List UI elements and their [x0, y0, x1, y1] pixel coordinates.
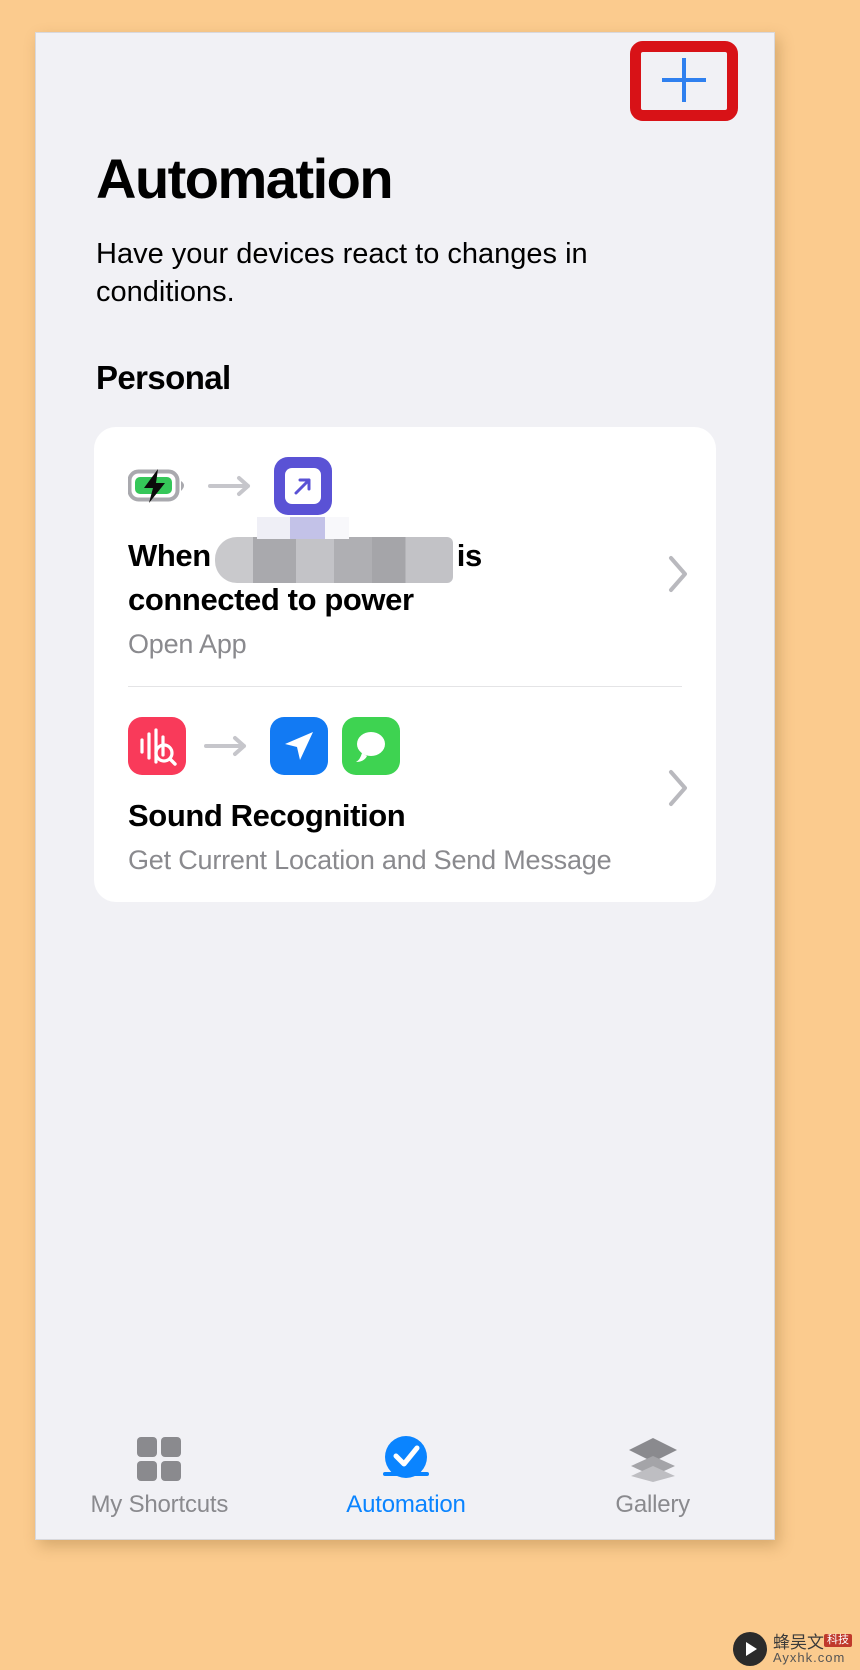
- plus-icon: [662, 58, 706, 102]
- tab-bar: My Shortcuts Automation Gallery: [36, 1429, 774, 1539]
- automation-icon-strip: [128, 716, 682, 775]
- automation-row-title: Sound Recognition: [128, 797, 406, 833]
- tab-my-shortcuts[interactable]: My Shortcuts: [36, 1435, 283, 1519]
- arrow-right-icon: [204, 471, 260, 501]
- automation-icon-strip: [128, 457, 682, 516]
- chevron-right-icon: [668, 555, 690, 600]
- tab-label: Gallery: [615, 1491, 690, 1518]
- play-icon: [733, 1632, 767, 1666]
- battery-charging-icon: [128, 457, 190, 515]
- automation-row-subtitle: Open App: [128, 628, 247, 659]
- section-title-personal: Personal: [96, 359, 231, 397]
- open-app-icon: [274, 457, 332, 516]
- automation-check-icon: [381, 1435, 431, 1483]
- grid-icon: [134, 1435, 184, 1483]
- location-icon: [270, 716, 328, 775]
- watermark-badge: 科技: [824, 1634, 852, 1647]
- sound-recognition-icon: [128, 716, 186, 775]
- automation-card: When is connected to power Open App Soun…: [94, 427, 716, 902]
- redacted-app-name: [214, 517, 453, 584]
- watermark-line2: Ayxhk.com: [773, 1650, 846, 1665]
- chevron-right-icon: [668, 769, 690, 814]
- watermark: 蜂吴文 科技 Ayxhk.com: [733, 1632, 852, 1666]
- automation-row-title: When is connected to power: [128, 517, 682, 621]
- tab-automation[interactable]: Automation: [283, 1435, 530, 1519]
- arrow-right-icon: [200, 731, 256, 761]
- automation-row-subtitle: Get Current Location and Send Message: [128, 844, 612, 875]
- page-title: Automation: [96, 147, 394, 210]
- title-prefix: When: [128, 538, 211, 574]
- navigation-bar: [36, 33, 774, 138]
- layers-icon: [627, 1435, 679, 1483]
- messages-icon: [342, 716, 400, 775]
- header-block: Automation Have your devices react to ch…: [36, 147, 774, 397]
- page-subtitle: Have your devices react to changes in co…: [96, 237, 588, 309]
- phone-screenshot-frame: Automation Have your devices react to ch…: [35, 32, 775, 1540]
- automation-row-sound-recognition[interactable]: Sound Recognition Get Current Location a…: [94, 687, 716, 902]
- tab-label: My Shortcuts: [90, 1491, 229, 1518]
- automation-row-charger[interactable]: When is connected to power Open App: [94, 427, 716, 686]
- watermark-text: 蜂吴文 科技 Ayxhk.com: [773, 1634, 852, 1664]
- tab-gallery[interactable]: Gallery: [529, 1435, 774, 1519]
- tab-label: Automation: [346, 1491, 466, 1518]
- add-automation-button[interactable]: [640, 49, 728, 111]
